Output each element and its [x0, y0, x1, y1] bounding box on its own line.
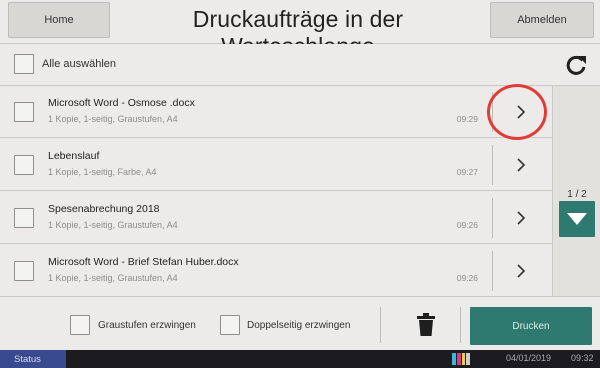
refresh-icon[interactable]: [564, 53, 588, 77]
job-details-button[interactable]: [492, 92, 548, 132]
chevron-right-icon: [516, 158, 525, 172]
job-row[interactable]: Spesenabrechung 2018 1 Kopie, 1-seitig, …: [0, 192, 552, 244]
status-bar: Status 04/01/2019 09:32: [0, 350, 600, 368]
chevron-right-icon: [516, 264, 525, 278]
status-date: 04/01/2019: [506, 353, 552, 363]
divider: [460, 307, 461, 343]
triangle-down-icon: [567, 213, 587, 225]
trash-icon[interactable]: [415, 313, 437, 337]
job-details: 1 Kopie, 1-seitig, Graustufen, A4: [48, 220, 178, 230]
page-down-button[interactable]: [559, 201, 595, 237]
job-details-button[interactable]: [492, 251, 548, 291]
job-details: 1 Kopie, 1-seitig, Graustufen, A4: [48, 114, 178, 124]
job-list: Microsoft Word - Osmose .docx 1 Kopie, 1…: [0, 86, 552, 297]
job-checkbox[interactable]: [14, 261, 34, 281]
job-details: 1 Kopie, 1-seitig, Farbe, A4: [48, 167, 157, 177]
job-time: 09:27: [456, 167, 478, 177]
job-checkbox[interactable]: [14, 102, 34, 122]
page-indicator: 1 / 2: [567, 189, 587, 200]
job-time: 09:26: [456, 220, 478, 230]
divider: [380, 307, 381, 343]
footer-bar: Graustufen erzwingen Doppelseitig erzwin…: [0, 296, 600, 350]
logout-button[interactable]: Abmelden: [490, 2, 594, 38]
job-name: Microsoft Word - Osmose .docx: [48, 97, 195, 109]
chevron-right-icon: [516, 211, 525, 225]
pager: 1 / 2: [552, 86, 600, 296]
select-all-checkbox[interactable]: [14, 54, 34, 74]
job-details-button[interactable]: [492, 145, 548, 185]
job-time: 09:29: [456, 114, 478, 124]
force-duplex-label[interactable]: Doppelseitig erzwingen: [247, 320, 350, 331]
job-name: Microsoft Word - Brief Stefan Huber.docx: [48, 256, 239, 268]
force-duplex-checkbox[interactable]: [220, 315, 240, 335]
job-name: Spesenabrechung 2018: [48, 203, 160, 215]
job-row[interactable]: Microsoft Word - Osmose .docx 1 Kopie, 1…: [0, 86, 552, 138]
job-checkbox[interactable]: [14, 155, 34, 175]
force-grayscale-checkbox[interactable]: [70, 315, 90, 335]
job-row[interactable]: Lebenslauf 1 Kopie, 1-seitig, Farbe, A4 …: [0, 139, 552, 191]
select-all-bar: Alle auswählen: [0, 44, 600, 86]
header-bar: Home Druckaufträge in der Warteschlange …: [0, 0, 600, 59]
select-all-label[interactable]: Alle auswählen: [42, 58, 116, 70]
job-checkbox[interactable]: [14, 208, 34, 228]
chevron-right-icon: [516, 105, 525, 119]
status-button[interactable]: Status: [0, 350, 66, 368]
force-grayscale-label[interactable]: Graustufen erzwingen: [98, 320, 196, 331]
job-details-button[interactable]: [492, 198, 548, 238]
job-time: 09:26: [456, 273, 478, 283]
job-row[interactable]: Microsoft Word - Brief Stefan Huber.docx…: [0, 245, 552, 297]
print-button[interactable]: Drucken: [470, 307, 592, 345]
home-button[interactable]: Home: [8, 2, 110, 38]
toner-level-icon: [452, 353, 470, 365]
status-time: 09:32: [571, 353, 594, 363]
job-name: Lebenslauf: [48, 150, 100, 162]
job-details: 1 Kopie, 1-seitig, Graustufen, A4: [48, 273, 178, 283]
